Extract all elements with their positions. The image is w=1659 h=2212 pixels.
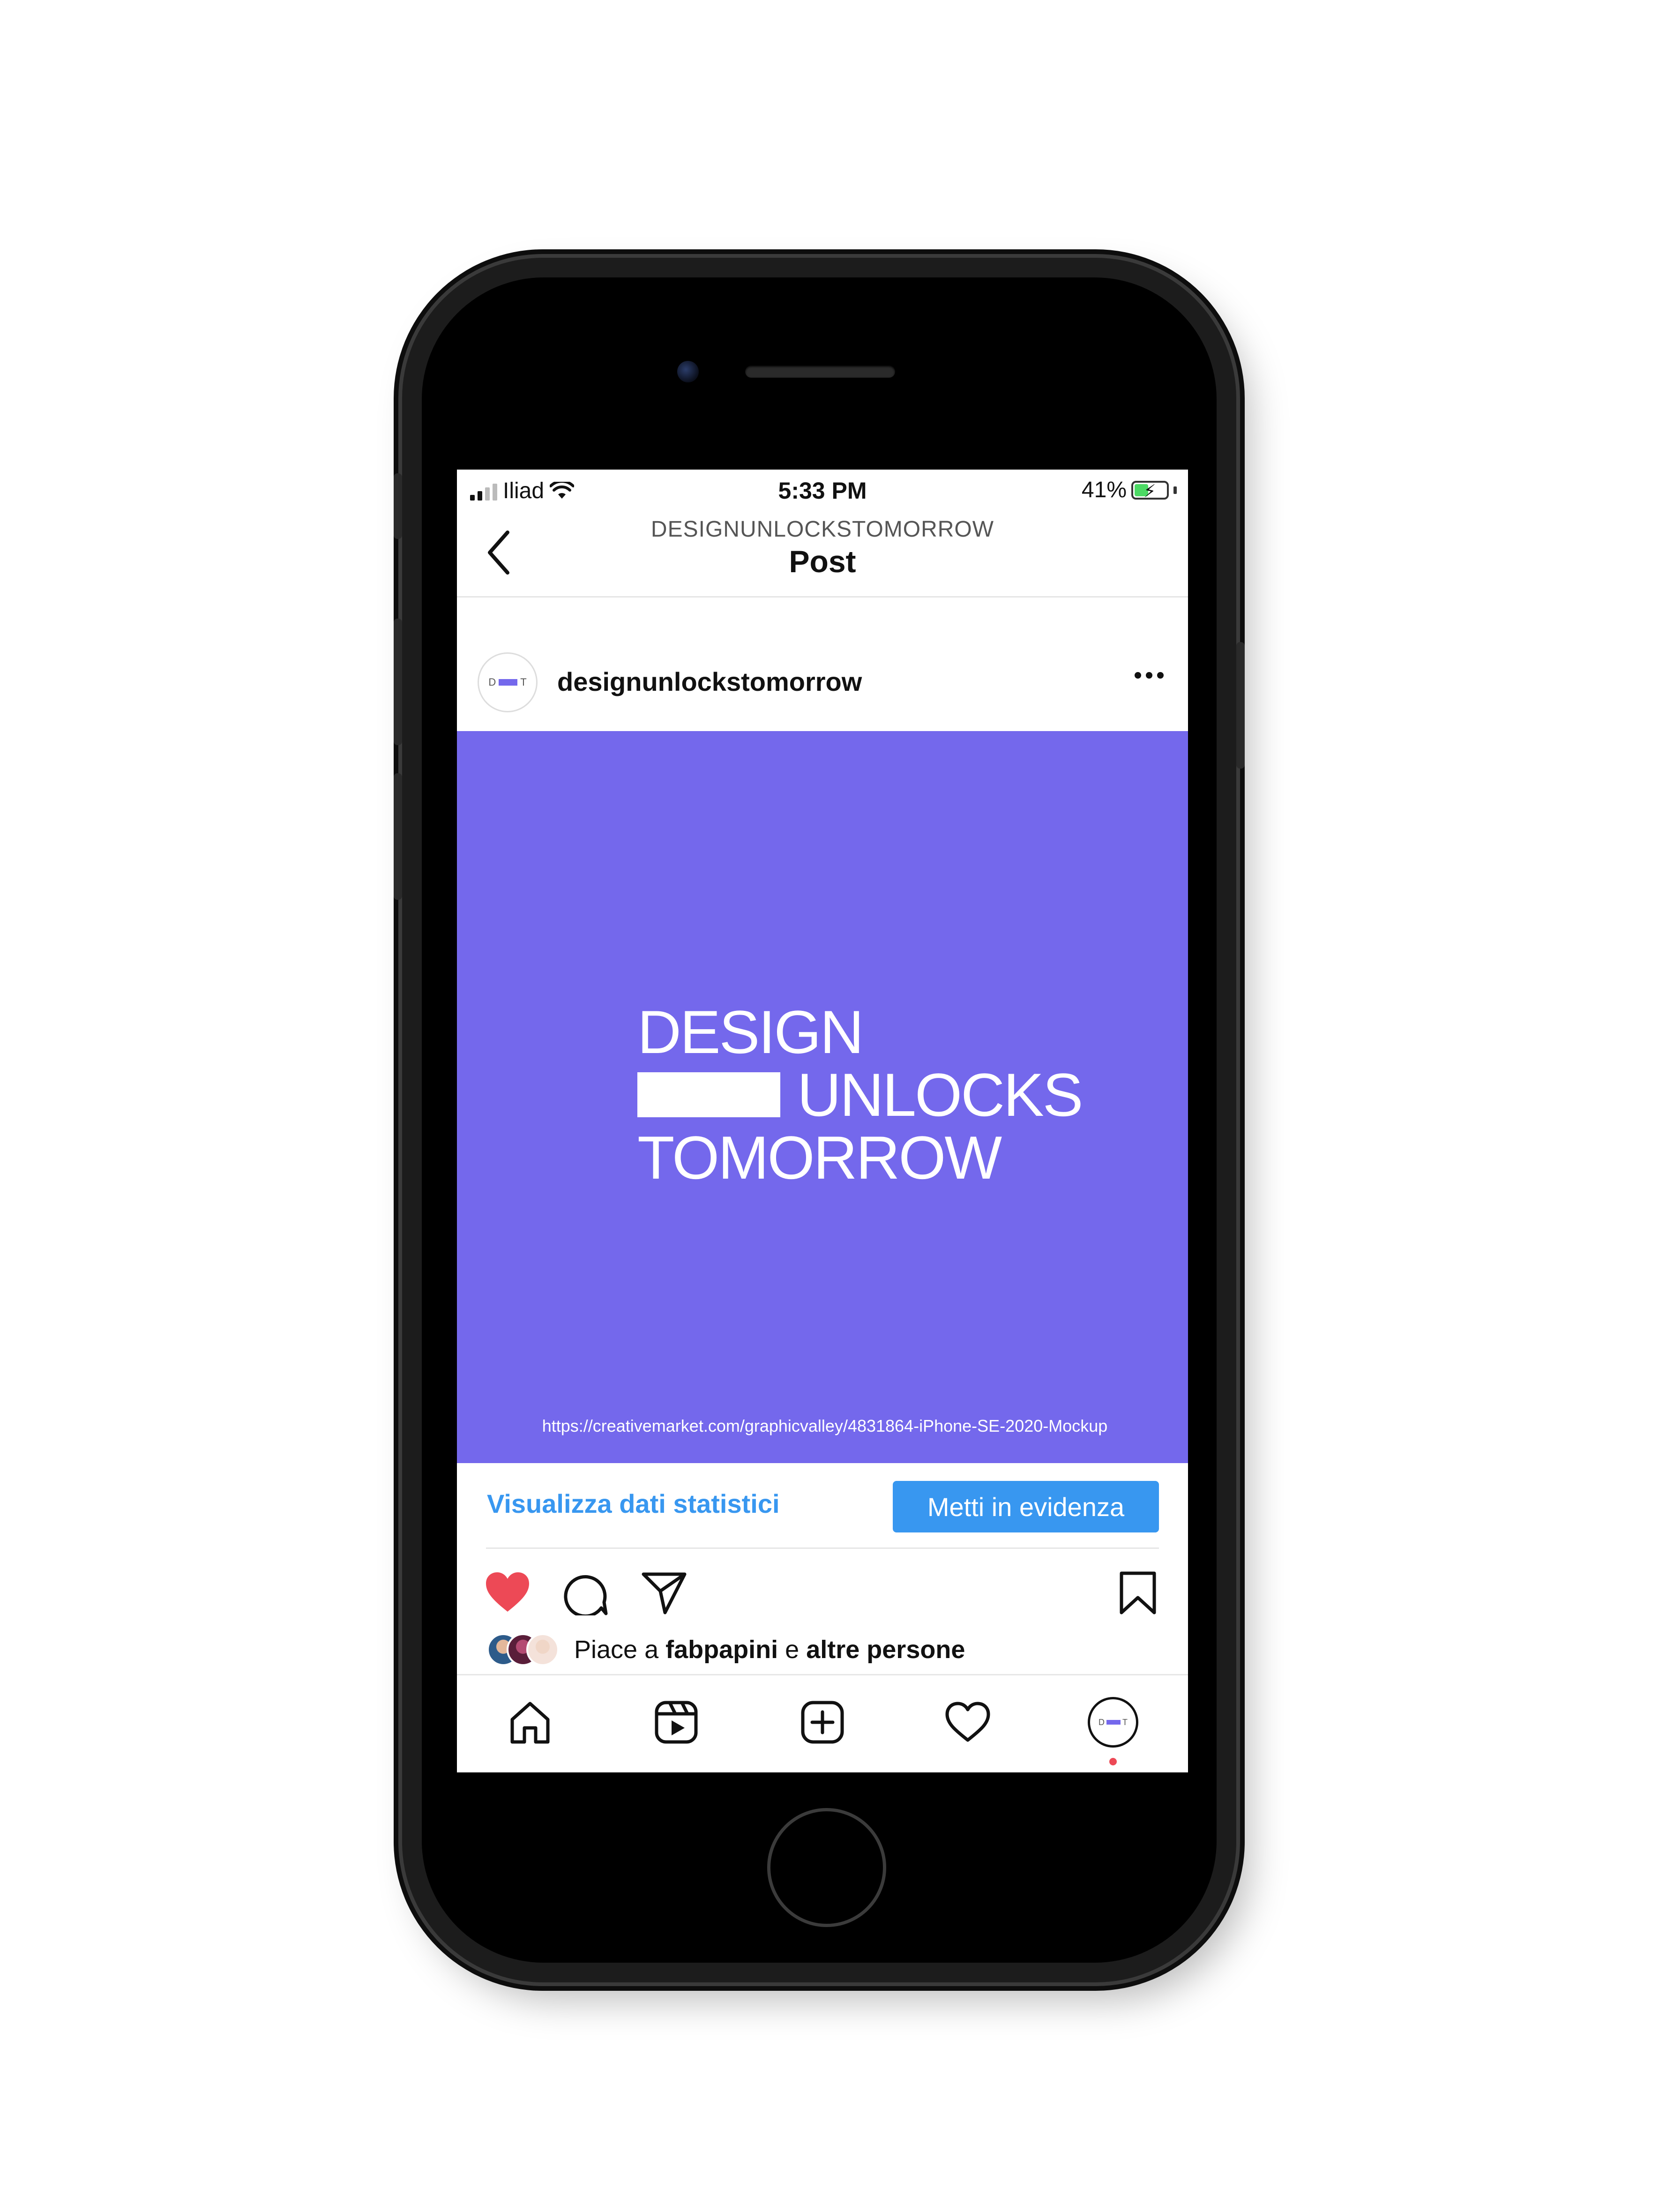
- nav-header: DESIGNUNLOCKSTOMORROW Post: [457, 512, 1188, 598]
- post-username[interactable]: designunlockstomorrow: [557, 666, 862, 697]
- post-header: D T designunlockstomorrow: [457, 643, 1188, 727]
- insights-row: Visualizza dati statistici Metti in evid…: [457, 1463, 1188, 1547]
- tab-profile[interactable]: D T: [1088, 1697, 1138, 1748]
- page-title: Post: [789, 544, 856, 579]
- status-time: 5:33 PM: [778, 478, 867, 504]
- likes-text: Piace a fabpapini e altre persone: [574, 1635, 965, 1664]
- notification-dot: [1109, 1758, 1117, 1765]
- home-button[interactable]: [767, 1808, 886, 1927]
- avatar-letter-right: T: [520, 676, 527, 688]
- tab-bar: D T: [457, 1674, 1188, 1772]
- battery-tip: [1173, 486, 1177, 494]
- tab-add-post[interactable]: [794, 1694, 851, 1750]
- likes-conj: e: [785, 1636, 800, 1664]
- avatar[interactable]: D T: [478, 652, 538, 712]
- likes-row[interactable]: Piace a fabpapini e altre persone: [487, 1631, 965, 1668]
- promote-button[interactable]: Metti in evidenza: [893, 1481, 1159, 1532]
- brand-rectangle: [637, 1072, 780, 1117]
- profile-letter-left: D: [1099, 1717, 1105, 1727]
- earpiece-speaker: [745, 366, 895, 378]
- battery-icon: ⚡: [1131, 480, 1169, 501]
- image-url-text: https://creativemarket.com/graphicvalley…: [542, 1416, 1108, 1435]
- status-bar: Iliad 5:33 PM 41% ⚡: [457, 470, 1188, 512]
- post-actions: [457, 1564, 1188, 1625]
- profile-bar: [1106, 1720, 1121, 1725]
- tab-activity[interactable]: [940, 1694, 996, 1750]
- brand-line-unlocks: UNLOCKS: [797, 1061, 1083, 1129]
- likes-prefix: Piace a: [574, 1636, 659, 1664]
- likes-others[interactable]: altre persone: [806, 1636, 965, 1664]
- screen: Iliad 5:33 PM 41% ⚡ DESIGNUNLOCKSTOMORRO…: [457, 470, 1188, 1772]
- volume-up-button: [394, 619, 402, 745]
- volume-down-button: [394, 773, 402, 900]
- heart-filled-icon[interactable]: [484, 1570, 531, 1614]
- brand-line-tomorrow: TOMORROW: [637, 1123, 1002, 1192]
- mute-switch: [394, 473, 402, 539]
- reels-icon: [655, 1701, 698, 1744]
- tab-home[interactable]: [502, 1694, 558, 1750]
- post-image[interactable]: DESIGN UNLOCKS TOMORROW https://creative…: [457, 731, 1188, 1463]
- brand-line-unlocks-row: UNLOCKS: [637, 1061, 1083, 1129]
- paper-plane-icon[interactable]: [641, 1570, 688, 1615]
- comment-icon[interactable]: [561, 1570, 608, 1615]
- brand-line-design: DESIGN: [637, 998, 864, 1066]
- header-account: DESIGNUNLOCKSTOMORROW: [650, 517, 994, 542]
- status-right: 41% ⚡: [1082, 477, 1177, 503]
- more-horizontal-icon[interactable]: [1135, 672, 1164, 679]
- view-insights-link[interactable]: Visualizza dati statistici: [487, 1488, 780, 1519]
- power-button: [1236, 642, 1245, 769]
- divider: [486, 1547, 1159, 1549]
- bookmark-icon[interactable]: [1117, 1570, 1159, 1615]
- add-post-icon: [801, 1701, 844, 1744]
- activity-heart-icon: [945, 1702, 990, 1742]
- profile-letter-right: T: [1122, 1717, 1128, 1727]
- front-camera: [677, 361, 699, 382]
- avatar-letter-left: D: [488, 676, 496, 688]
- home-icon: [510, 1702, 550, 1744]
- likes-user[interactable]: fabpapini: [665, 1636, 778, 1664]
- avatar-bar: [499, 679, 518, 686]
- tab-reels[interactable]: [648, 1694, 704, 1750]
- brand-logo: DESIGN UNLOCKS TOMORROW: [637, 998, 1083, 1192]
- battery-percent: 41%: [1081, 478, 1127, 502]
- liker-avatar: [526, 1633, 559, 1666]
